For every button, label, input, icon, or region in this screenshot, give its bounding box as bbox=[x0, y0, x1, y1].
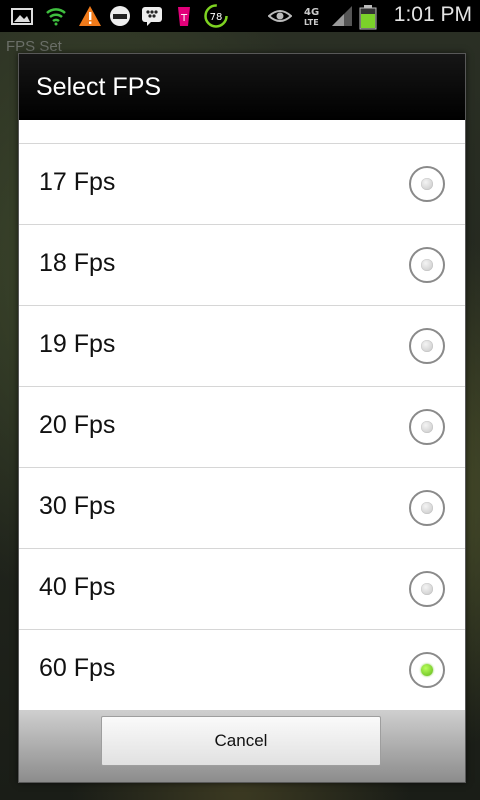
radio-dot bbox=[421, 583, 433, 595]
list-item[interactable]: 17 Fps bbox=[19, 143, 465, 223]
list-item-partial bbox=[19, 120, 465, 143]
eye-icon bbox=[267, 4, 293, 28]
radio-button[interactable] bbox=[409, 166, 445, 202]
bbm-icon bbox=[140, 4, 164, 28]
signal-icon bbox=[330, 4, 354, 28]
radio-button[interactable] bbox=[409, 490, 445, 526]
fps-option-list[interactable]: 17 Fps 18 Fps 19 Fps 20 Fps 30 Fps 40 Fp… bbox=[19, 120, 465, 710]
option-label: 40 Fps bbox=[39, 573, 116, 601]
badge-78-icon: 78 bbox=[203, 4, 228, 28]
svg-text:T: T bbox=[180, 13, 188, 24]
dialog-header: Select FPS bbox=[19, 54, 465, 120]
radio-button[interactable] bbox=[409, 409, 445, 445]
badge-count: 78 bbox=[210, 12, 223, 23]
wifi-icon bbox=[44, 4, 68, 28]
list-item[interactable]: 20 Fps bbox=[19, 386, 465, 466]
radio-dot bbox=[421, 502, 433, 514]
dialog-title: Select FPS bbox=[36, 73, 162, 101]
option-label: 30 Fps bbox=[39, 492, 116, 520]
image-icon bbox=[10, 4, 34, 28]
helmet-icon bbox=[108, 4, 132, 28]
list-item[interactable]: 40 Fps bbox=[19, 548, 465, 628]
status-time: 1:01 PM bbox=[393, 3, 472, 26]
dialog-footer: Cancel bbox=[19, 710, 465, 782]
radio-dot bbox=[421, 340, 433, 352]
t-mobile-icon: T bbox=[172, 4, 196, 28]
4g-lte-icon: 4G LTE bbox=[300, 4, 326, 28]
radio-button[interactable] bbox=[409, 328, 445, 364]
radio-dot bbox=[421, 259, 433, 271]
list-item[interactable]: 18 Fps bbox=[19, 224, 465, 304]
option-label: 60 Fps bbox=[39, 654, 116, 682]
radio-dot bbox=[421, 421, 433, 433]
option-label: 19 Fps bbox=[39, 330, 116, 358]
radio-button[interactable] bbox=[409, 571, 445, 607]
battery-icon bbox=[358, 4, 378, 30]
select-fps-dialog: Select FPS 17 Fps 18 Fps 19 Fps 20 Fps 3… bbox=[18, 53, 466, 783]
cancel-button[interactable]: Cancel bbox=[101, 716, 381, 766]
radio-dot bbox=[421, 664, 433, 676]
warning-icon bbox=[78, 4, 102, 28]
svg-text:4G: 4G bbox=[304, 7, 319, 18]
option-label: 20 Fps bbox=[39, 411, 116, 439]
radio-dot bbox=[421, 178, 433, 190]
option-label: 18 Fps bbox=[39, 249, 116, 277]
list-item[interactable]: 19 Fps bbox=[19, 305, 465, 385]
radio-button[interactable] bbox=[409, 247, 445, 283]
option-label: 17 Fps bbox=[39, 168, 116, 196]
list-item[interactable]: 30 Fps bbox=[19, 467, 465, 547]
status-bar: T 78 4G LTE 1:01 PM bbox=[0, 0, 480, 32]
radio-button-selected[interactable] bbox=[409, 652, 445, 688]
list-item[interactable]: 60 Fps bbox=[19, 629, 465, 709]
svg-text:LTE: LTE bbox=[304, 18, 319, 27]
